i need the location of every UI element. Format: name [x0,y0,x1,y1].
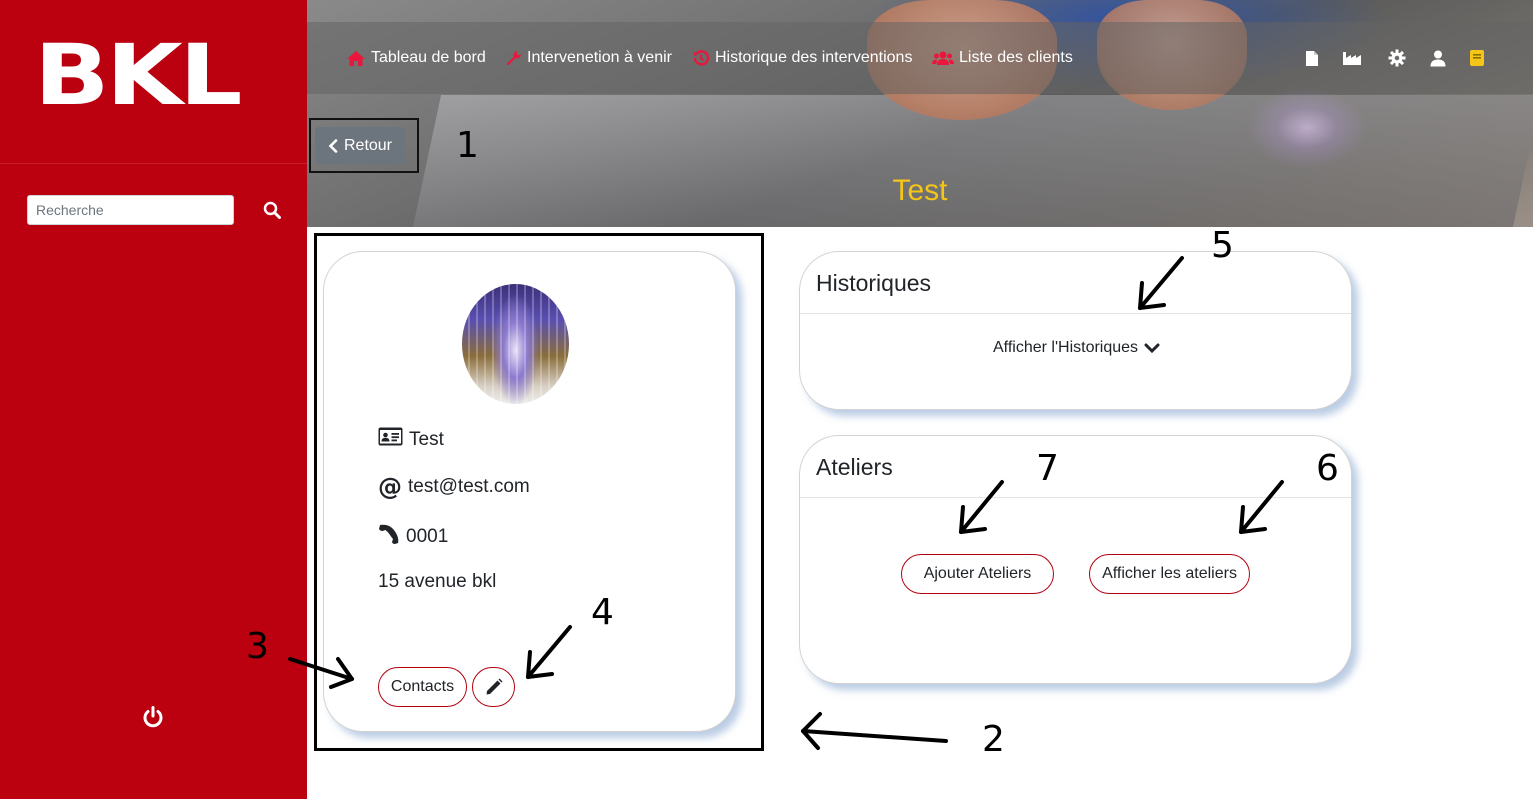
annotation-arrows [288,256,1284,750]
app-root: BKL Tableau de bord Intervenetion à veni… [0,0,1533,799]
